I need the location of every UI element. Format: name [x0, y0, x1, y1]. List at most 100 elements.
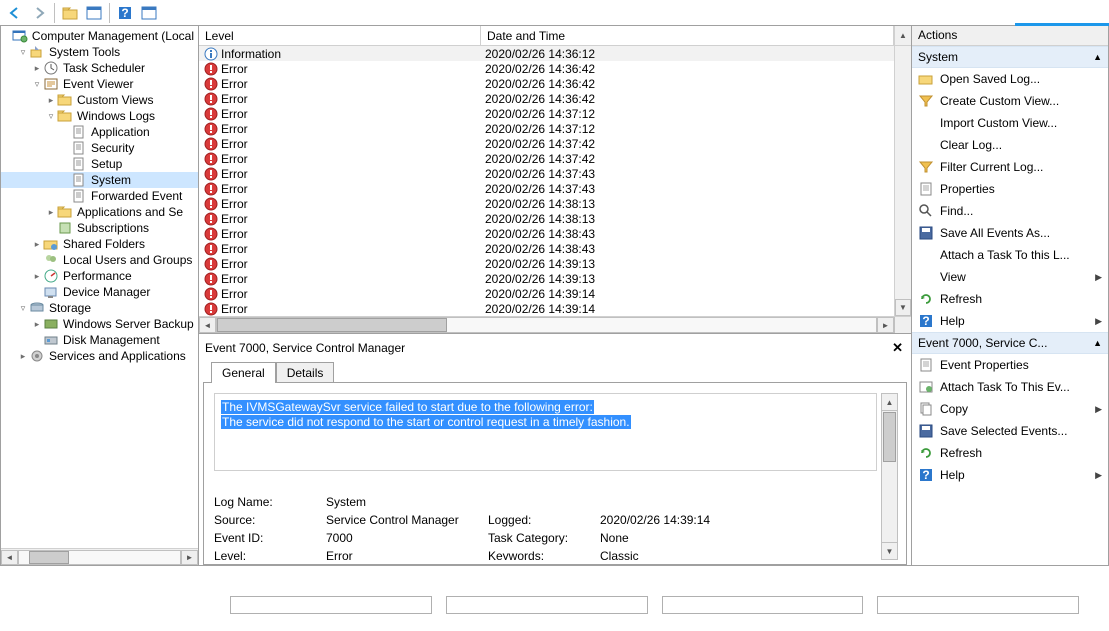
- grid-row[interactable]: Error2020/02/26 14:37:43: [199, 181, 911, 196]
- nav-tree[interactable]: Computer Management (Local▿System Tools▸…: [1, 26, 198, 364]
- tree-item[interactable]: ▸Custom Views: [1, 92, 198, 108]
- scroll-thumb[interactable]: [29, 551, 69, 564]
- expand-icon[interactable]: ▸: [31, 63, 43, 74]
- scroll-up-icon[interactable]: ▲: [882, 394, 897, 411]
- tree-item[interactable]: Disk Management: [1, 332, 198, 348]
- scroll-right-icon[interactable]: ►: [877, 317, 894, 333]
- tree-item[interactable]: ▸Performance: [1, 268, 198, 284]
- folder-up-button[interactable]: [59, 2, 81, 24]
- grid-row[interactable]: Error2020/02/26 14:38:13: [199, 196, 911, 211]
- action-item[interactable]: Attach a Task To this L...: [912, 244, 1108, 266]
- grid-row[interactable]: Error2020/02/26 14:39:14: [199, 286, 911, 301]
- action-item[interactable]: Refresh: [912, 288, 1108, 310]
- expand-icon[interactable]: ▿: [17, 303, 29, 314]
- expand-icon[interactable]: ▸: [17, 351, 29, 362]
- scroll-thumb[interactable]: [217, 318, 447, 332]
- show-tree-button[interactable]: [83, 2, 105, 24]
- action-item[interactable]: Copy▶: [912, 398, 1108, 420]
- tree-item[interactable]: Subscriptions: [1, 220, 198, 236]
- tree-item[interactable]: ▸Applications and Se: [1, 204, 198, 220]
- grid-row[interactable]: Error2020/02/26 14:39:13: [199, 271, 911, 286]
- tree-item[interactable]: Setup: [1, 156, 198, 172]
- expand-icon[interactable]: ▸: [31, 319, 43, 330]
- tab-general[interactable]: General: [211, 362, 276, 383]
- grid-row[interactable]: Error2020/02/26 14:38:43: [199, 226, 911, 241]
- grid-row[interactable]: Error2020/02/26 14:37:12: [199, 121, 911, 136]
- grid-row[interactable]: Error2020/02/26 14:36:42: [199, 91, 911, 106]
- grid-row[interactable]: Error2020/02/26 14:37:42: [199, 151, 911, 166]
- action-item[interactable]: ?Help▶: [912, 310, 1108, 332]
- action-item[interactable]: Filter Current Log...: [912, 156, 1108, 178]
- col-datetime[interactable]: Date and Time: [481, 26, 894, 45]
- action-item[interactable]: Create Custom View...: [912, 90, 1108, 112]
- action-item[interactable]: Attach Task To This Ev...: [912, 376, 1108, 398]
- tree-item[interactable]: ▿System Tools: [1, 44, 198, 60]
- expand-icon[interactable]: ▸: [31, 239, 43, 250]
- expand-icon[interactable]: ▸: [45, 207, 57, 218]
- expand-icon[interactable]: ▸: [45, 95, 57, 106]
- action-item[interactable]: Import Custom View...: [912, 112, 1108, 134]
- grid-row[interactable]: Information2020/02/26 14:36:12: [199, 46, 911, 61]
- grid-row[interactable]: Error2020/02/26 14:38:13: [199, 211, 911, 226]
- show-action-pane-button[interactable]: [138, 2, 160, 24]
- tree-item[interactable]: ▸Windows Server Backup: [1, 316, 198, 332]
- expand-icon[interactable]: ▿: [45, 111, 57, 122]
- tree-item[interactable]: ▿Storage: [1, 300, 198, 316]
- grid-row[interactable]: Error2020/02/26 14:39:14: [199, 301, 911, 316]
- tree-item[interactable]: ▸Shared Folders: [1, 236, 198, 252]
- grid-row[interactable]: Error2020/02/26 14:37:43: [199, 166, 911, 181]
- scroll-left-icon[interactable]: ◄: [199, 317, 216, 333]
- expand-icon[interactable]: ▿: [17, 47, 29, 58]
- tree-item[interactable]: Application: [1, 124, 198, 140]
- action-item[interactable]: Open Saved Log...: [912, 68, 1108, 90]
- detail-vertical-scrollbar[interactable]: ▲ ▼: [881, 393, 898, 560]
- scroll-down-icon[interactable]: ▼: [895, 299, 911, 316]
- collapse-icon[interactable]: ▲: [1093, 338, 1102, 348]
- back-button[interactable]: [4, 2, 26, 24]
- tree-item[interactable]: Device Manager: [1, 284, 198, 300]
- col-level[interactable]: Level: [199, 26, 481, 45]
- actions-group-system[interactable]: System ▲: [912, 46, 1108, 68]
- grid-row[interactable]: Error2020/02/26 14:37:12: [199, 106, 911, 121]
- grid-row[interactable]: Error2020/02/26 14:38:43: [199, 241, 911, 256]
- tree-item[interactable]: Security: [1, 140, 198, 156]
- tree-horizontal-scrollbar[interactable]: ◄ ►: [1, 548, 198, 565]
- action-item[interactable]: Refresh: [912, 442, 1108, 464]
- grid-row[interactable]: Error2020/02/26 14:39:13: [199, 256, 911, 271]
- tree-item[interactable]: ▿Event Viewer: [1, 76, 198, 92]
- grid-vertical-scrollbar[interactable]: ▼: [894, 46, 911, 316]
- tree-item[interactable]: System: [1, 172, 198, 188]
- scroll-right-icon[interactable]: ►: [181, 550, 198, 565]
- action-item[interactable]: View▶: [912, 266, 1108, 288]
- actions-group-event[interactable]: Event 7000, Service C... ▲: [912, 332, 1108, 354]
- grid-row[interactable]: Error2020/02/26 14:36:42: [199, 61, 911, 76]
- tree-item[interactable]: Forwarded Event: [1, 188, 198, 204]
- scroll-down-icon[interactable]: ▼: [882, 542, 897, 559]
- grid-horizontal-scrollbar[interactable]: ◄ ►: [199, 316, 911, 333]
- help-button[interactable]: ?: [114, 2, 136, 24]
- tree-item[interactable]: ▸Task Scheduler: [1, 60, 198, 76]
- tree-item[interactable]: ▿Windows Logs: [1, 108, 198, 124]
- tree-item[interactable]: ▸Services and Applications: [1, 348, 198, 364]
- forward-button[interactable]: [28, 2, 50, 24]
- tab-details[interactable]: Details: [276, 362, 335, 383]
- scroll-track[interactable]: [18, 550, 181, 565]
- collapse-icon[interactable]: ▲: [1093, 52, 1102, 62]
- grid-body[interactable]: Information2020/02/26 14:36:12Error2020/…: [199, 46, 911, 333]
- tree-item[interactable]: Local Users and Groups: [1, 252, 198, 268]
- action-item[interactable]: Save All Events As...: [912, 222, 1108, 244]
- scroll-left-icon[interactable]: ◄: [1, 550, 18, 565]
- action-item[interactable]: Save Selected Events...: [912, 420, 1108, 442]
- action-item[interactable]: Event Properties: [912, 354, 1108, 376]
- action-item[interactable]: ?Help▶: [912, 464, 1108, 486]
- action-item[interactable]: Clear Log...: [912, 134, 1108, 156]
- scroll-up-icon[interactable]: ▲: [894, 26, 911, 45]
- action-item[interactable]: Properties: [912, 178, 1108, 200]
- tree-item[interactable]: Computer Management (Local: [1, 28, 198, 44]
- expand-icon[interactable]: ▸: [31, 271, 43, 282]
- grid-row[interactable]: Error2020/02/26 14:37:42: [199, 136, 911, 151]
- grid-row[interactable]: Error2020/02/26 14:36:42: [199, 76, 911, 91]
- close-icon[interactable]: ✕: [892, 340, 903, 356]
- expand-icon[interactable]: ▿: [31, 79, 43, 90]
- scroll-thumb[interactable]: [883, 412, 896, 462]
